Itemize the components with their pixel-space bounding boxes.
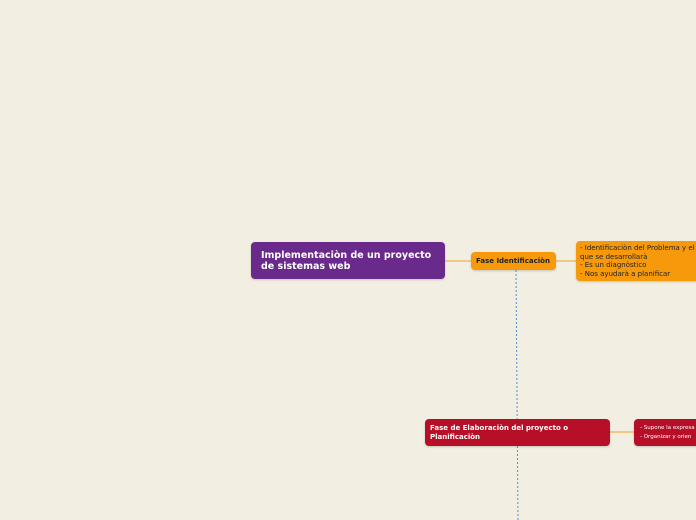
subtopic-identificacion-details[interactable]: - Identificaciòn del Problema y el que s… bbox=[576, 241, 696, 281]
topic-fase-planificacion[interactable]: Fase de Elaboraciòn del proyecto o Plani… bbox=[425, 419, 610, 446]
detail-line: - Supone la expresa bbox=[640, 425, 695, 431]
detail-line: - Identificaciòn del Problema y el bbox=[580, 244, 695, 252]
root-topic[interactable]: Implementaciòn de un proyecto de sistema… bbox=[251, 242, 445, 279]
detail-line: - Es un diagnòstico bbox=[580, 261, 647, 270]
detail-line: que se desarrollarà bbox=[580, 252, 648, 261]
subtopic-planificacion-details[interactable]: - Supone la expresa - Organizar y orien bbox=[634, 419, 696, 446]
root-topic-label: Implementaciòn de un proyecto de sistema… bbox=[261, 250, 432, 272]
detail-line: - Organizar y orien bbox=[640, 434, 692, 440]
detail-line: - Nos ayudarà a planificar bbox=[580, 269, 671, 278]
topic-fase-identificacion-label: Fase Identificaciòn bbox=[476, 257, 550, 265]
topic-fase-identificacion[interactable]: Fase Identificaciòn bbox=[471, 252, 556, 270]
topic-fase-planificacion-label: Fase de Elaboraciòn del proyecto o Plani… bbox=[430, 424, 569, 441]
connector-dashed-sequence bbox=[515, 269, 519, 520]
